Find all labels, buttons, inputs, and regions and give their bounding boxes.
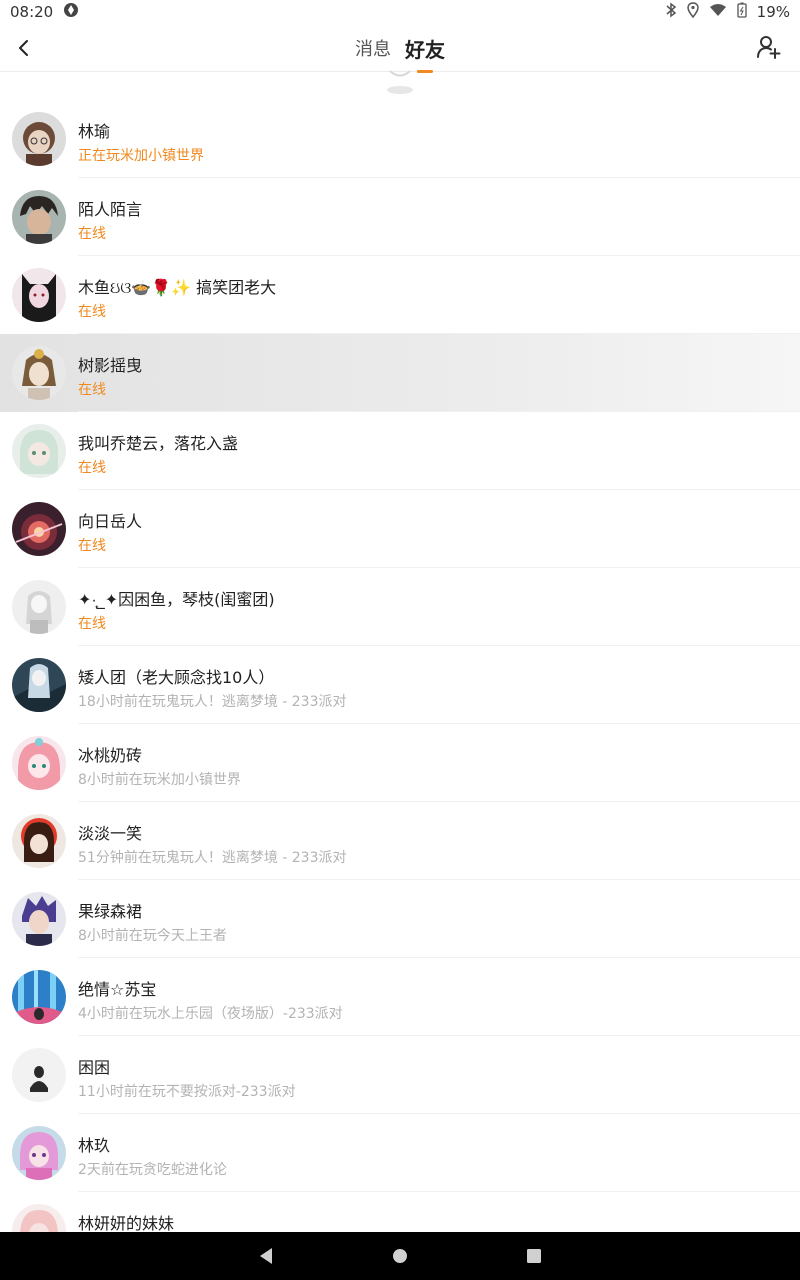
friend-row[interactable]: 林玖 2天前在玩贪吃蛇进化论 (0, 1114, 800, 1192)
nav-recents-button[interactable] (522, 1244, 546, 1268)
refresh-indicator-icon (386, 70, 414, 96)
friend-row[interactable]: 冰桃奶砖 8小时前在玩米加小镇世界 (0, 724, 800, 802)
avatar (12, 892, 66, 946)
friend-name: 树影摇曳 (78, 356, 143, 375)
friend-status: 18小时前在玩鬼玩人！逃离梦境 - 233派对 (78, 694, 347, 710)
avatar (12, 970, 66, 1024)
friend-name: ✦·̩͙_✦因困鱼，琴枝(闺蜜团) (78, 590, 275, 609)
friend-status: 51分钟前在玩鬼玩人！逃离梦境 - 233派对 (78, 850, 347, 866)
friend-status: 正在玩米加小镇世界 (78, 148, 204, 164)
avatar (12, 658, 66, 712)
status-bar: 08:20 19% (0, 0, 800, 24)
friend-row[interactable]: ✦·̩͙_✦因困鱼，琴枝(闺蜜团) 在线 (0, 568, 800, 646)
friend-row[interactable]: 绝情☆苏宝 4小时前在玩水上乐园（夜场版）-233派对 (0, 958, 800, 1036)
friend-row[interactable]: 矮人团（老大顾念找10人） 18小时前在玩鬼玩人！逃离梦境 - 233派对 (0, 646, 800, 724)
avatar (12, 1048, 66, 1102)
add-user-icon (757, 36, 781, 59)
friend-row[interactable]: 木鱼ઇଓ🍲🌹✨ 搞笑团老大 在线 (0, 256, 800, 334)
friend-row[interactable]: 陌人陌言 在线 (0, 178, 800, 256)
friend-row[interactable]: 淡淡一笑 51分钟前在玩鬼玩人！逃离梦境 - 233派对 (0, 802, 800, 880)
friend-status: 在线 (78, 304, 106, 320)
avatar (12, 736, 66, 790)
friend-name: 向日岳人 (78, 512, 143, 531)
friend-name: 林瑜 (78, 122, 111, 141)
friend-name: 陌人陌言 (78, 200, 143, 219)
nav-back-button[interactable] (254, 1244, 278, 1268)
friend-row[interactable]: 树影摇曳 在线 (0, 334, 800, 412)
triangle-back-icon (260, 1248, 272, 1264)
tab-messages[interactable]: 消息 (355, 35, 391, 61)
avatar (12, 190, 66, 244)
battery-percent: 19% (756, 3, 790, 21)
friend-status: 4小时前在玩水上乐园（夜场版）-233派对 (78, 1006, 343, 1022)
friend-name: 困困 (78, 1058, 111, 1077)
friend-row[interactable]: 林瑜 正在玩米加小镇世界 (0, 100, 800, 178)
avatar (12, 580, 66, 634)
friend-list: 林瑜 正在玩米加小镇世界 陌人陌言 在线 木鱼ઇଓ🍲🌹✨ 搞笑团老大 在线 树影… (0, 100, 800, 1270)
square-recents-icon (527, 1249, 541, 1263)
friend-status: 8小时前在玩今天上王者 (78, 928, 227, 944)
nav-home-button[interactable] (388, 1244, 412, 1268)
avatar (12, 112, 66, 166)
avatar (12, 502, 66, 556)
friend-name: 林妍妍的妹妹 (78, 1214, 175, 1233)
friend-name: 冰桃奶砖 (78, 746, 143, 765)
bluetooth-icon (665, 2, 677, 22)
tab-friends[interactable]: 好友 (405, 34, 445, 73)
friend-name: 我叫乔楚云，落花入盏 (78, 434, 239, 453)
avatar (12, 1126, 66, 1180)
avatar (12, 346, 66, 400)
friend-status: 在线 (78, 226, 106, 242)
avatar (12, 268, 66, 322)
friend-name: 矮人团（老大顾念找10人） (78, 668, 275, 687)
system-navigation-bar (0, 1232, 800, 1280)
friend-status: 在线 (78, 538, 106, 554)
circle-home-icon (393, 1249, 407, 1263)
friend-name: 果绿森裙 (78, 902, 143, 921)
avatar (12, 814, 66, 868)
location-icon (686, 2, 699, 22)
friend-status: 2天前在玩贪吃蛇进化论 (78, 1162, 227, 1178)
friend-name: 木鱼ઇଓ🍲🌹✨ 搞笑团老大 (78, 278, 277, 297)
app-notification-icon (63, 2, 79, 22)
wifi-icon (709, 3, 727, 21)
friend-row[interactable]: 果绿森裙 8小时前在玩今天上王者 (0, 880, 800, 958)
add-friend-button[interactable] (756, 34, 784, 62)
friend-row[interactable]: 向日岳人 在线 (0, 490, 800, 568)
tab-bar: 消息 好友 (0, 24, 800, 73)
friend-status: 11小时前在玩不要按派对-233派对 (78, 1084, 296, 1100)
avatar (12, 424, 66, 478)
friend-row[interactable]: 困困 11小时前在玩不要按派对-233派对 (0, 1036, 800, 1114)
friend-name: 绝情☆苏宝 (78, 980, 157, 999)
friend-name: 淡淡一笑 (78, 824, 143, 843)
status-time: 08:20 (10, 3, 54, 21)
friend-status: 在线 (78, 460, 106, 476)
friend-status: 在线 (78, 616, 106, 632)
friend-status: 8小时前在玩米加小镇世界 (78, 772, 241, 788)
friend-name: 林玖 (78, 1136, 111, 1155)
friend-row[interactable]: 我叫乔楚云，落花入盏 在线 (0, 412, 800, 490)
top-app-bar: 消息 好友 (0, 24, 800, 73)
friend-status: 在线 (78, 382, 106, 398)
battery-icon (737, 2, 747, 22)
